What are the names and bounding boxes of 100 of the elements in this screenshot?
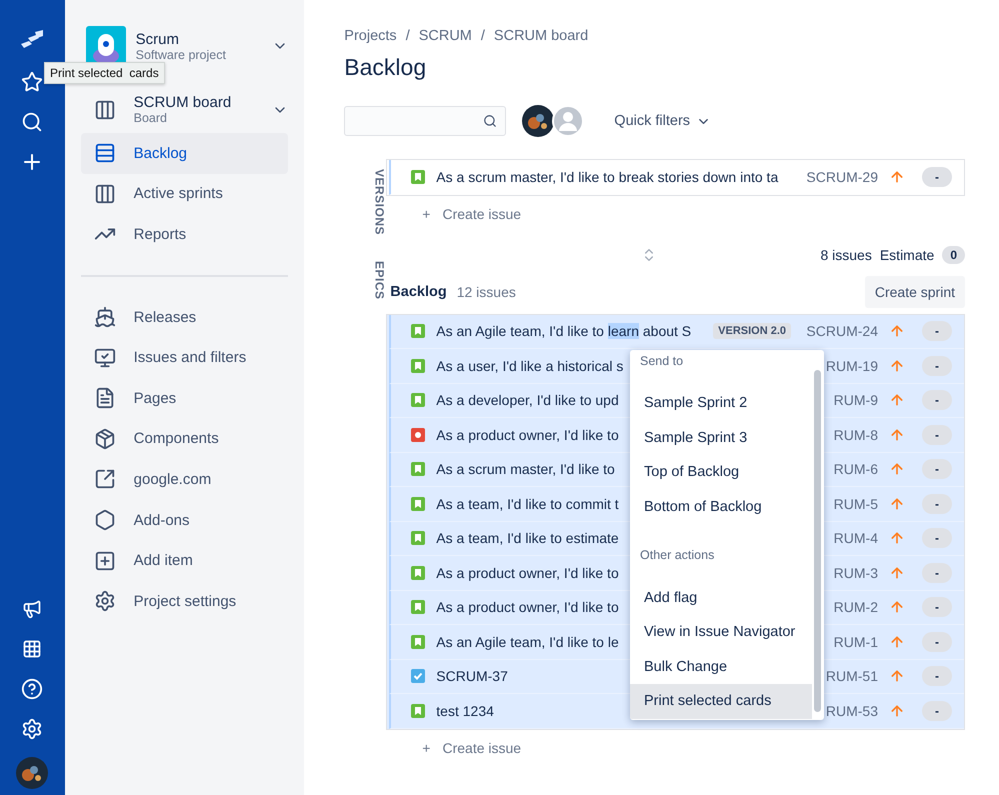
- issue-count: 12 issues: [456, 284, 517, 300]
- sidebar-item[interactable]: Active sprints: [80, 174, 288, 214]
- estimate-badge: -: [922, 597, 952, 618]
- issue-key[interactable]: SCRUM-24: [802, 323, 878, 340]
- issue-summary: As a team, I'd like to commit t: [436, 496, 619, 512]
- story-icon: [411, 600, 426, 614]
- version-label: VERSION 2.0: [713, 323, 791, 340]
- issue-summary: As a scrum master, I'd like to: [436, 461, 615, 478]
- story-icon: [411, 496, 426, 511]
- estimate-badge: -: [922, 424, 952, 445]
- page-title: Backlog: [344, 54, 428, 81]
- avatar[interactable]: [522, 105, 554, 137]
- issue-summary: As an Agile team, I'd like to learn about S: [436, 323, 692, 340]
- issue-count: 8 issues: [820, 246, 872, 262]
- priority-icon: [889, 668, 905, 684]
- sidebar-item[interactable]: Issues and filters: [80, 337, 288, 378]
- estimate-badge: -: [922, 562, 952, 583]
- sidebar-item[interactable]: Add-ons: [80, 500, 288, 540]
- issue-row[interactable]: As an Agile team, I'd like to learn about S VERSION 2.0 SCRUM-24 -: [389, 314, 964, 349]
- estimate-badge: -: [922, 666, 952, 686]
- sidebar-item[interactable]: Releases: [80, 296, 288, 338]
- estimate-badge: -: [922, 700, 952, 721]
- issue-summary: As a product owner, I'd like to: [436, 564, 619, 581]
- issue-key[interactable]: SCRUM-29: [802, 168, 878, 185]
- issue-summary: As a team, I'd like to estimate: [436, 530, 619, 546]
- external-link-icon: [94, 468, 116, 490]
- priority-icon: [889, 323, 905, 340]
- priority-icon: [889, 634, 905, 650]
- priority-icon: [889, 168, 905, 185]
- story-icon: [411, 393, 426, 408]
- issue-summary: As a product owner, I'd like to: [436, 426, 619, 443]
- create-issue-button[interactable]: + Create issue: [386, 196, 558, 232]
- estimate-badge: -: [922, 166, 952, 187]
- story-icon: [411, 531, 426, 546]
- hexagon-icon: [94, 509, 116, 532]
- priority-icon: [889, 530, 905, 546]
- star-icon[interactable]: [20, 70, 44, 94]
- menu-heading: Other actions: [639, 547, 716, 562]
- priority-icon: [889, 564, 905, 581]
- priority-icon: [889, 426, 905, 443]
- estimate-badge: -: [922, 356, 952, 376]
- ship-icon: [94, 306, 116, 328]
- avatar[interactable]: [16, 757, 48, 789]
- story-icon: [411, 170, 426, 184]
- box-icon: [94, 428, 116, 450]
- issue-summary: As an Agile team, I'd like to le: [436, 634, 619, 650]
- create-issue-button[interactable]: + Create issue: [386, 730, 558, 766]
- project-type: Software project: [136, 48, 227, 62]
- quick-filters-button[interactable]: Quick filters: [614, 113, 712, 129]
- estimate-badge: 0: [942, 246, 965, 264]
- estimate-badge: -: [922, 390, 952, 410]
- backlog-title: Backlog: [390, 284, 447, 300]
- bug-icon: [411, 428, 426, 442]
- issue-summary: test 1234: [436, 702, 494, 719]
- board-type: Board: [134, 111, 168, 125]
- search-icon: [483, 114, 498, 128]
- project-name[interactable]: Scrum: [136, 30, 262, 48]
- breadcrumb-link[interactable]: Projects: [344, 28, 397, 44]
- sidebar-item[interactable]: Reports: [80, 214, 288, 255]
- priority-icon: [889, 392, 905, 408]
- search-field[interactable]: [344, 106, 506, 136]
- issue-summary: As a user, I'd like a historical s: [436, 358, 624, 374]
- settings-icon: [94, 590, 116, 612]
- issue-summary: As a product owner, I'd like to: [436, 599, 619, 616]
- issue-summary: SCRUM-37: [436, 668, 508, 684]
- story-icon: [411, 462, 426, 476]
- stacked-rows-icon: [94, 142, 116, 164]
- priority-icon: [889, 599, 905, 616]
- estimate-label: Estimate: [880, 246, 934, 262]
- estimate-badge: -: [922, 321, 952, 342]
- sidebar-item[interactable]: google.com: [80, 459, 288, 500]
- board-icon: [94, 98, 116, 120]
- sidebar-item[interactable]: Project settings: [80, 580, 288, 622]
- side-tab[interactable]: VERSIONS: [344, 169, 386, 236]
- priority-icon: [889, 358, 905, 374]
- menu-item[interactable]: Print selected cards: [630, 684, 812, 719]
- columns-icon: [94, 182, 116, 205]
- issue-summary: As a scrum master, I'd like to break stories down into ta: [436, 168, 778, 185]
- estimate-badge: -: [922, 528, 952, 548]
- sidebar-item[interactable]: Components: [80, 418, 288, 460]
- breadcrumb-link[interactable]: SCRUM board: [494, 28, 588, 44]
- scrollbar[interactable]: [814, 370, 821, 712]
- tooltip: Print selected cards: [44, 62, 165, 84]
- priority-icon: [889, 496, 905, 512]
- story-icon: [411, 358, 426, 373]
- board-name[interactable]: SCRUM board: [134, 94, 262, 111]
- help-icon[interactable]: [20, 677, 44, 701]
- side-tab[interactable]: EPICS: [344, 261, 386, 300]
- sidebar-item[interactable]: Backlog: [80, 133, 288, 174]
- estimate-badge: -: [922, 494, 952, 514]
- sidebar-item[interactable]: Pages: [80, 378, 288, 419]
- breadcrumb-link[interactable]: SCRUM: [418, 28, 472, 44]
- priority-icon: [889, 461, 905, 478]
- sidebar-item[interactable]: Add item: [80, 540, 288, 581]
- story-icon: [411, 704, 426, 718]
- create-sprint-button[interactable]: Create sprint: [864, 276, 965, 308]
- story-icon: [411, 566, 426, 580]
- story-icon: [411, 634, 426, 649]
- story-icon: [411, 324, 426, 338]
- estimate-badge: -: [922, 632, 952, 652]
